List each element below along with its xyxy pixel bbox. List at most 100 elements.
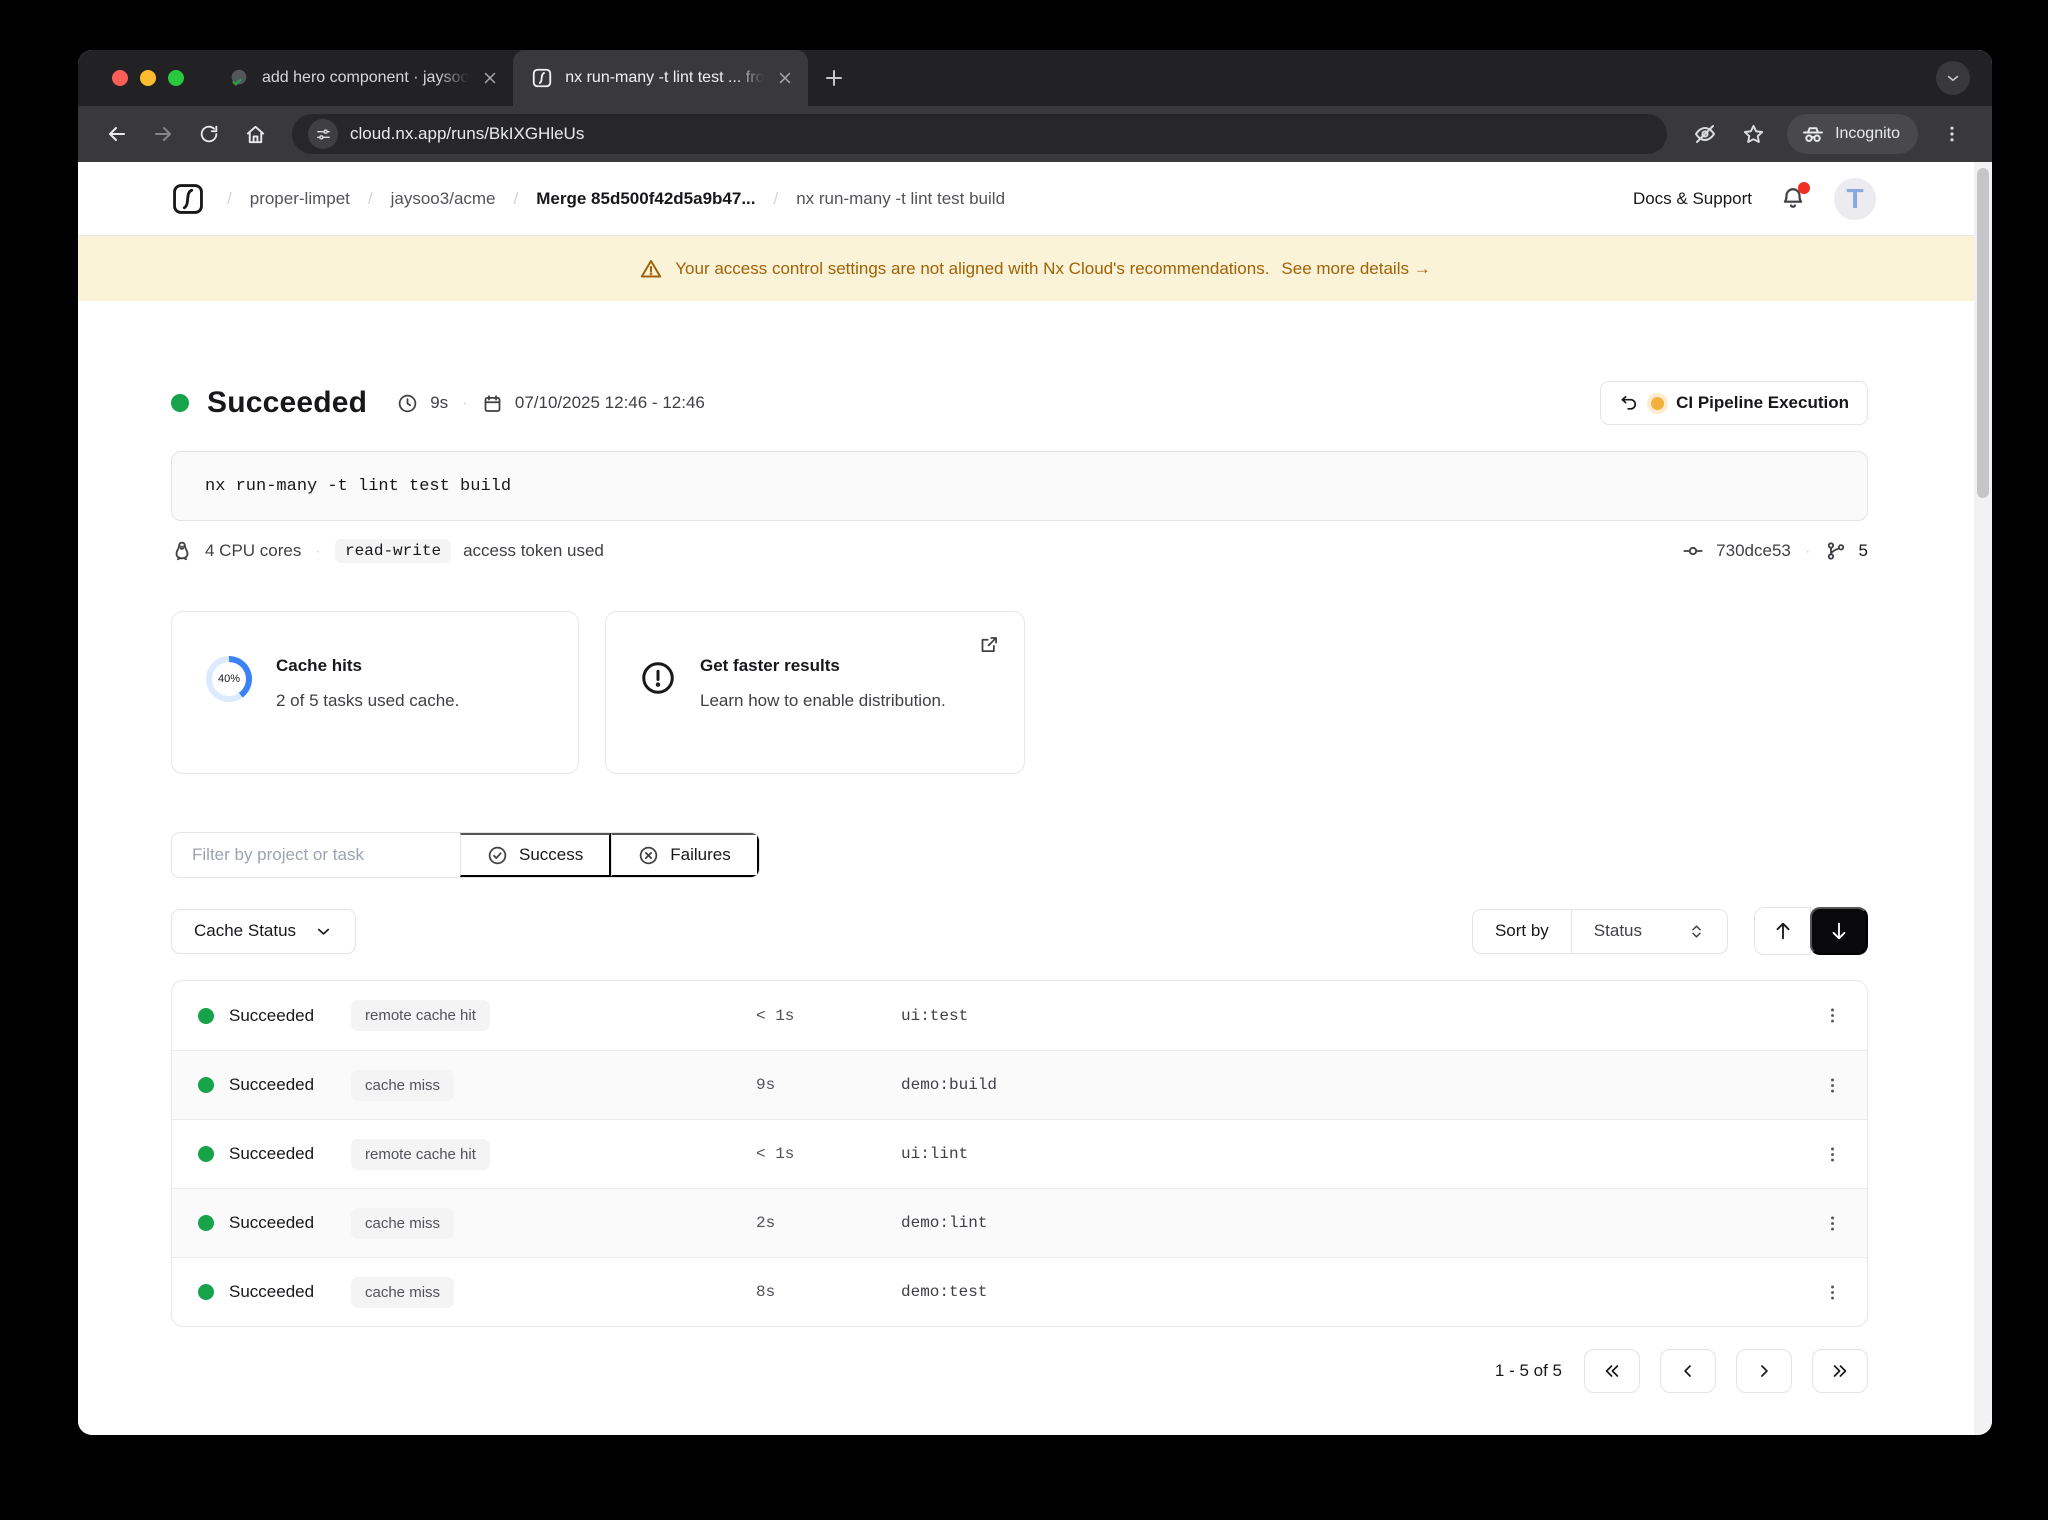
row-duration: 8s xyxy=(756,1283,776,1301)
breadcrumb-separator: / xyxy=(513,188,519,208)
window-controls xyxy=(112,70,184,86)
commit-sha[interactable]: 730dce53 xyxy=(1716,541,1791,561)
previous-page-button[interactable] xyxy=(1660,1349,1716,1393)
row-menu-icon[interactable] xyxy=(1812,1272,1852,1312)
notification-dot xyxy=(1798,181,1810,194)
branch-icon xyxy=(1825,540,1847,562)
new-tab-button[interactable] xyxy=(822,66,846,90)
scrollbar-thumb[interactable] xyxy=(1977,168,1989,498)
docs-support-link[interactable]: Docs & Support xyxy=(1633,189,1752,209)
site-settings-icon[interactable] xyxy=(308,119,338,149)
row-task: ui:test xyxy=(901,1006,969,1025)
row-duration: < 1s xyxy=(756,1145,795,1163)
dot-separator: · xyxy=(462,393,468,412)
row-menu-icon[interactable] xyxy=(1812,1134,1852,1174)
row-status-dot xyxy=(198,1215,214,1231)
row-duration: 2s xyxy=(756,1214,776,1232)
incognito-icon xyxy=(1801,122,1825,146)
breadcrumb: / proper-limpet / jaysoo3/acme / Merge 8… xyxy=(171,182,1005,216)
row-menu-icon[interactable] xyxy=(1812,1203,1852,1243)
branch-count: 5 xyxy=(1858,541,1868,560)
eye-slash-icon[interactable] xyxy=(1685,114,1725,154)
filter-input[interactable] xyxy=(172,833,460,877)
zoom-window-button[interactable] xyxy=(168,70,184,86)
row-status-dot xyxy=(198,1007,214,1024)
sort-descending-button[interactable] xyxy=(1810,907,1868,955)
browser-toolbar: cloud.nx.app/runs/BkIXGHleUs Incognito xyxy=(78,106,1992,162)
table-row[interactable]: Succeeded cache miss 8s demo:test xyxy=(172,1257,1867,1326)
cache-status-dropdown[interactable]: Cache Status xyxy=(171,908,357,954)
cache-hits-title: Cache hits xyxy=(276,656,362,675)
run-meta-row: 4 CPU cores · read-write access token us… xyxy=(171,539,1868,563)
cache-hits-percent: 40% xyxy=(217,673,241,685)
run-details: Succeeded 9s · 07/10/2025 12:46 - 12:46 xyxy=(78,301,1992,1393)
avatar[interactable]: T xyxy=(1834,177,1876,220)
tab-search-chevron-icon[interactable] xyxy=(1936,61,1970,95)
table-row[interactable]: Succeeded cache miss 2s demo:lint xyxy=(172,1188,1867,1257)
row-status-dot xyxy=(198,1284,214,1300)
url-text: cloud.nx.app/runs/BkIXGHleUs xyxy=(350,124,585,143)
run-header: Succeeded 9s · 07/10/2025 12:46 - 12:46 xyxy=(171,381,1868,425)
row-status: Succeeded xyxy=(229,1282,315,1301)
row-status: Succeeded xyxy=(229,1213,315,1232)
row-menu-icon[interactable] xyxy=(1812,1065,1852,1105)
sort-ascending-button[interactable] xyxy=(1754,907,1811,955)
ci-pipeline-execution-button[interactable]: CI Pipeline Execution xyxy=(1600,381,1868,425)
access-control-banner: Your access control settings are not ali… xyxy=(78,236,1992,301)
distribution-card[interactable]: Get faster results Learn how to enable d… xyxy=(605,611,1025,774)
row-menu-icon[interactable] xyxy=(1812,996,1852,1036)
bookmark-star-icon[interactable] xyxy=(1733,114,1773,154)
chevron-down-icon xyxy=(314,922,333,941)
browser-window: add hero component · jaysoo nx run-many … xyxy=(78,50,1992,1435)
sort-by-select[interactable]: Status xyxy=(1570,909,1727,953)
close-tab-icon[interactable] xyxy=(776,69,794,87)
row-duration: < 1s xyxy=(756,1006,795,1025)
app-header: / proper-limpet / jaysoo3/acme / Merge 8… xyxy=(78,162,1992,236)
status-dot xyxy=(171,394,189,412)
check-circle-icon xyxy=(487,845,508,866)
table-row[interactable]: Succeeded remote cache hit < 1s ui:lint xyxy=(172,1119,1867,1188)
table-row[interactable]: Succeeded remote cache hit < 1s ui:test xyxy=(172,981,1867,1050)
browser-menu-icon[interactable] xyxy=(1932,114,1972,154)
last-page-button[interactable] xyxy=(1812,1349,1868,1393)
banner-details-link[interactable]: See more details → xyxy=(1281,259,1430,279)
tab-github-pr[interactable]: add hero component · jaysoo xyxy=(210,50,513,106)
tab-strip: add hero component · jaysoo nx run-many … xyxy=(78,50,1992,106)
task-table: Succeeded remote cache hit < 1s ui:test … xyxy=(171,980,1868,1327)
filter-success-button[interactable]: Success xyxy=(460,833,612,877)
cache-badge: cache miss xyxy=(351,1276,455,1308)
pipeline-label: CI Pipeline Execution xyxy=(1676,393,1849,412)
page-scrollbar[interactable] xyxy=(1974,162,1992,1435)
tab-nx-run[interactable]: nx run-many -t lint test ... fro xyxy=(513,50,809,106)
pagination: 1 - 5 of 5 xyxy=(171,1349,1868,1393)
breadcrumb-workspace[interactable]: proper-limpet xyxy=(250,189,350,209)
row-task: demo:test xyxy=(901,1283,988,1301)
back-icon[interactable] xyxy=(98,115,136,153)
run-command: nx run-many -t lint test build xyxy=(205,476,512,496)
nx-logo-icon[interactable] xyxy=(171,182,205,216)
forward-icon[interactable] xyxy=(144,115,182,153)
cache-hits-subtitle: 2 of 5 tasks used cache. xyxy=(276,691,460,710)
x-circle-icon xyxy=(638,845,659,866)
cache-badge: remote cache hit xyxy=(351,1000,490,1031)
filter-failures-button[interactable]: Failures xyxy=(611,833,759,877)
undo-icon xyxy=(1619,393,1639,413)
close-tab-icon[interactable] xyxy=(481,69,499,87)
breadcrumb-run[interactable]: nx run-many -t lint test build xyxy=(796,189,1005,209)
reload-icon[interactable] xyxy=(190,115,228,153)
filter-success-label: Success xyxy=(519,845,584,864)
home-icon[interactable] xyxy=(236,115,274,153)
first-page-button[interactable] xyxy=(1584,1349,1640,1393)
breadcrumb-repo[interactable]: jaysoo3/acme xyxy=(391,189,496,209)
incognito-badge[interactable]: Incognito xyxy=(1787,114,1918,154)
breadcrumb-commit[interactable]: Merge 85d500f42d5a9b47... xyxy=(536,189,755,209)
table-row[interactable]: Succeeded cache miss 9s demo:build xyxy=(172,1050,1867,1119)
close-window-button[interactable] xyxy=(112,70,128,86)
notifications-bell-icon[interactable] xyxy=(1780,181,1810,212)
row-status: Succeeded xyxy=(229,1144,315,1163)
url-bar[interactable]: cloud.nx.app/runs/BkIXGHleUs xyxy=(292,114,1668,154)
filter-group: Success Failures xyxy=(171,832,760,878)
minimize-window-button[interactable] xyxy=(140,70,156,86)
row-task: demo:lint xyxy=(901,1214,988,1232)
next-page-button[interactable] xyxy=(1736,1349,1792,1393)
